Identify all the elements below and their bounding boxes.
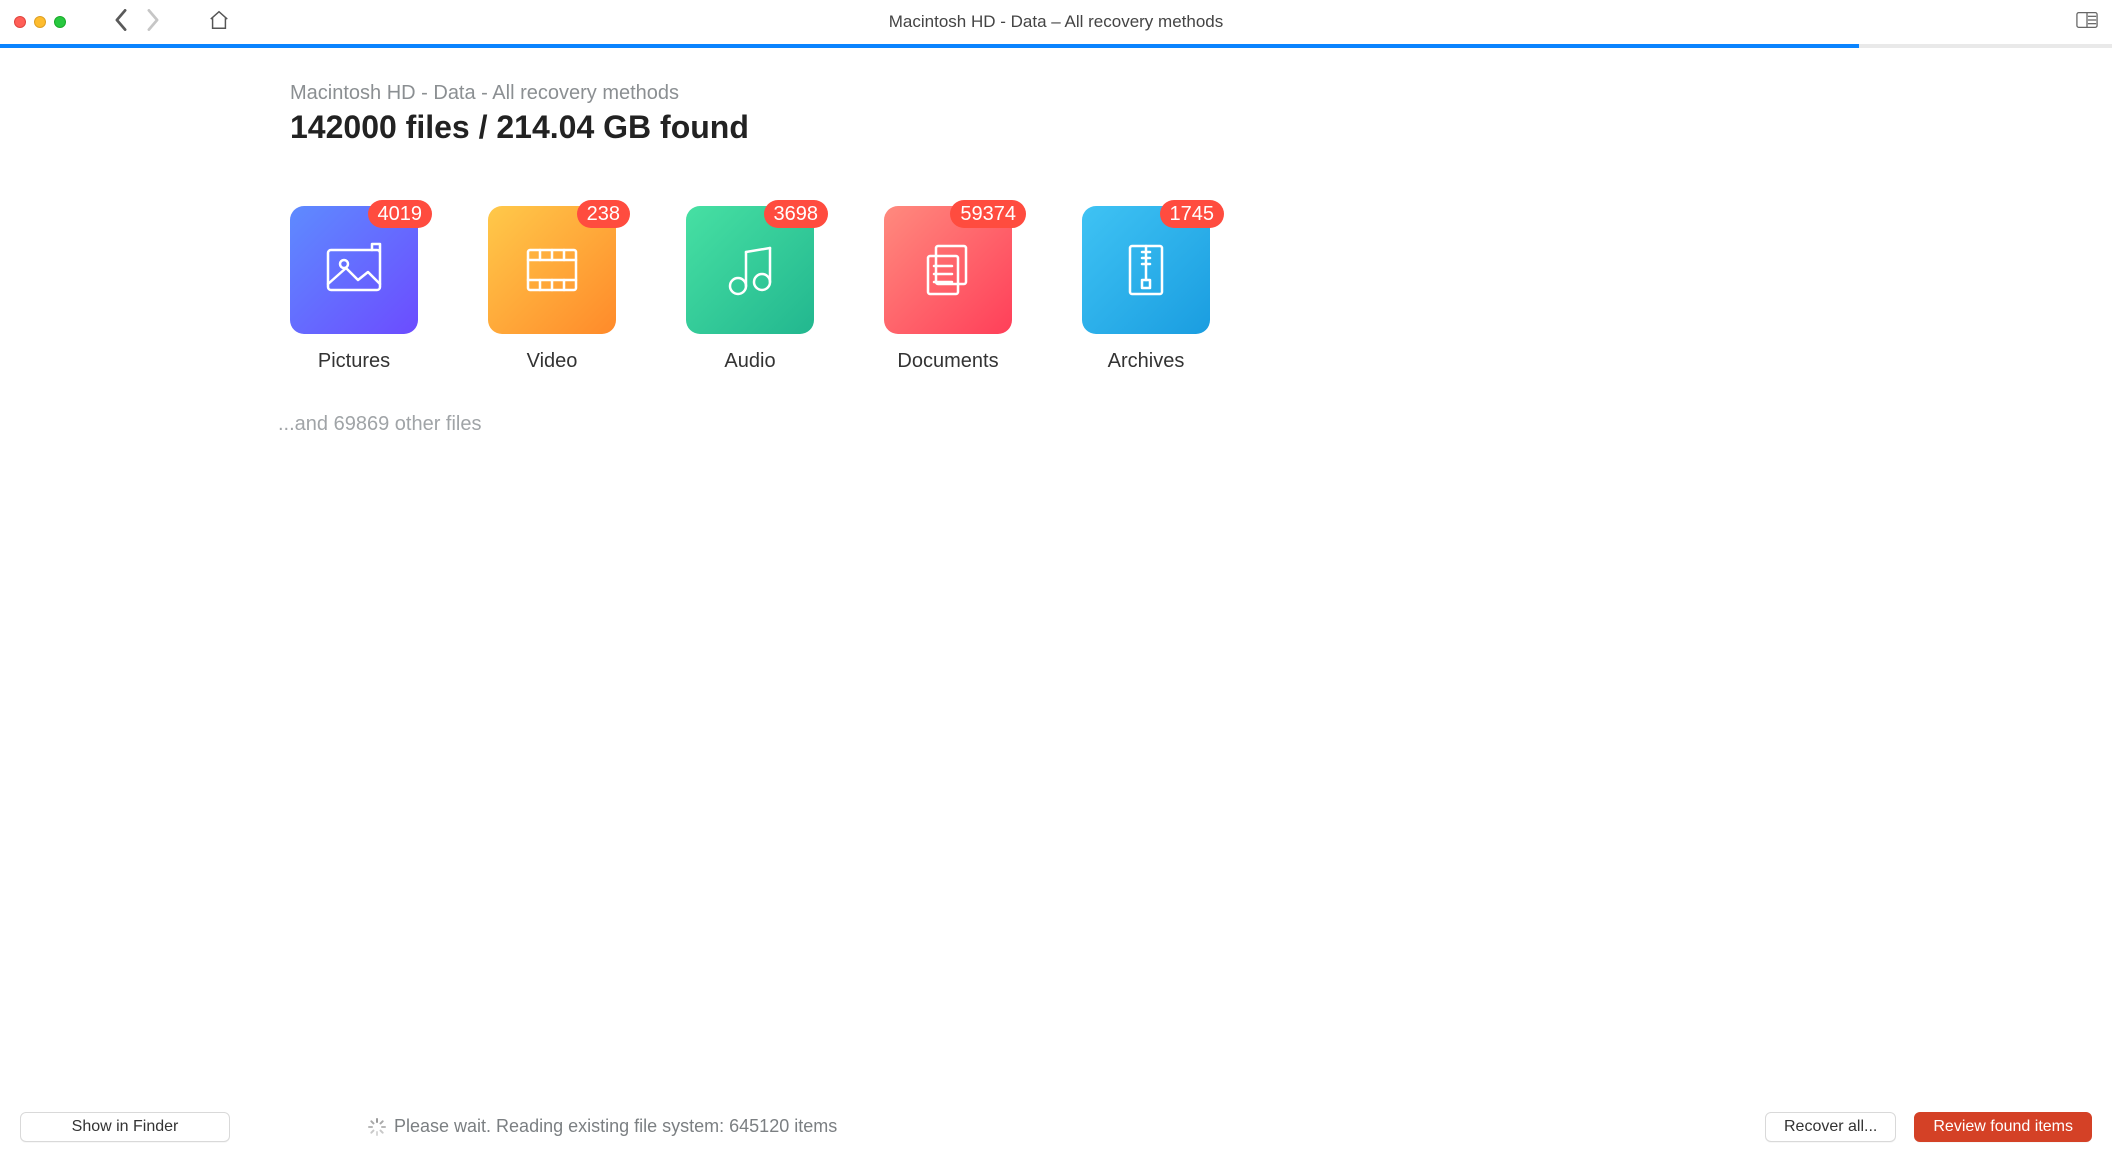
titlebar: Macintosh HD - Data – All recovery metho… [0,0,2112,44]
review-found-items-button[interactable]: Review found items [1914,1112,2092,1142]
video-icon [520,238,584,302]
home-button[interactable] [208,9,230,34]
chevron-right-icon [146,9,160,31]
category-audio-box: 3698 [686,206,814,334]
category-video-label: Video [527,350,578,373]
recover-all-button[interactable]: Recover all... [1765,1112,1896,1142]
category-audio-badge: 3698 [764,200,829,228]
status-line: Please wait. Reading existing file syste… [368,1116,837,1137]
home-icon [208,9,230,31]
category-archives[interactable]: 1745 Archives [1082,206,1210,373]
category-documents-box: 59374 [884,206,1012,334]
window-controls [14,16,66,28]
category-archives-badge: 1745 [1160,200,1225,228]
nav-arrows [114,9,160,34]
category-documents[interactable]: 59374 Documents [884,206,1012,373]
close-window-button[interactable] [14,16,26,28]
show-in-finder-label: Show in Finder [72,1118,179,1136]
breadcrumb: Macintosh HD - Data - All recovery metho… [290,82,1210,105]
category-pictures-badge: 4019 [368,200,433,228]
category-pictures[interactable]: 4019 Pictures [290,206,418,373]
recover-all-label: Recover all... [1784,1118,1877,1136]
minimize-window-button[interactable] [34,16,46,28]
review-found-items-label: Review found items [1933,1118,2073,1136]
category-audio[interactable]: 3698 Audio [686,206,814,373]
columns-icon [2076,11,2098,29]
back-button[interactable] [114,9,128,34]
archive-icon [1114,238,1178,302]
category-archives-label: Archives [1108,350,1185,373]
other-files-line: ...and 69869 other files [278,413,1210,436]
category-video-badge: 238 [577,200,630,228]
results-headline: 142000 files / 214.04 GB found [290,109,1210,146]
category-video-box: 238 [488,206,616,334]
window-title: Macintosh HD - Data – All recovery metho… [0,12,2112,32]
spinner-icon [368,1118,386,1136]
category-archives-box: 1745 [1082,206,1210,334]
footer-bar: Show in Finder Please wait. Reading exis… [0,1098,2112,1154]
category-documents-label: Documents [897,350,998,373]
audio-icon [718,238,782,302]
category-audio-label: Audio [724,350,775,373]
view-toggle-button[interactable] [2076,11,2098,32]
forward-button[interactable] [146,9,160,34]
category-grid: 4019 Pictures 238 [290,206,1210,373]
category-video[interactable]: 238 Video [488,206,616,373]
category-pictures-label: Pictures [318,350,390,373]
zoom-window-button[interactable] [54,16,66,28]
main-content: Macintosh HD - Data - All recovery metho… [0,48,2112,1098]
show-in-finder-button[interactable]: Show in Finder [20,1112,230,1142]
category-pictures-box: 4019 [290,206,418,334]
document-icon [916,238,980,302]
image-icon [322,238,386,302]
status-text: Please wait. Reading existing file syste… [394,1116,837,1137]
chevron-left-icon [114,9,128,31]
category-documents-badge: 59374 [950,200,1026,228]
